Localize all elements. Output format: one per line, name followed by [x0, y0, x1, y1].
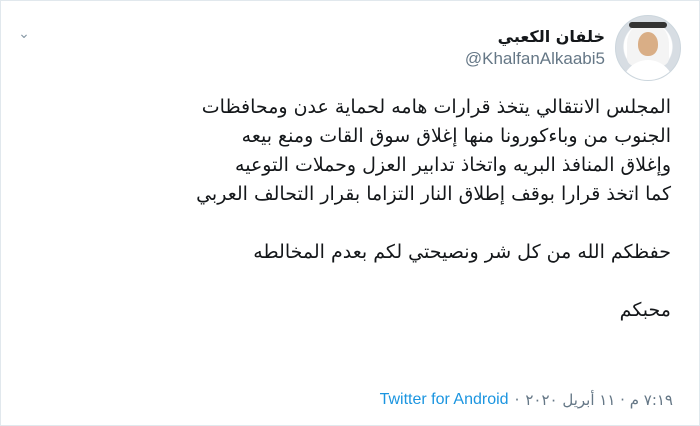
- author-block: خلفان الكعبي @KhalfanAlkaabi5: [465, 26, 605, 70]
- tweet-header: خلفان الكعبي @KhalfanAlkaabi5: [465, 15, 681, 81]
- tweet-line: وإغلاق المنافذ البريه واتخاذ تدابير العز…: [235, 154, 671, 176]
- tweet-timestamp[interactable]: ٧:١٩ م · ١١ أبريل ٢٠٢٠: [525, 391, 673, 409]
- tweet-line: كما اتخذ قرارا بوقف إطلاق النار التزاما …: [196, 183, 671, 205]
- tweet-line: الجنوب من وباءكورونا منها إغلاق سوق القا…: [241, 125, 671, 147]
- chevron-down-icon[interactable]: ⌄: [17, 27, 31, 41]
- tweet-meta: ٧:١٩ م · ١١ أبريل ٢٠٢٠ · Twitter for And…: [380, 391, 673, 409]
- tweet-line: محبكم: [619, 299, 671, 321]
- meta-separator: ·: [514, 391, 520, 409]
- avatar[interactable]: [615, 15, 681, 81]
- author-handle[interactable]: @KhalfanAlkaabi5: [465, 48, 605, 70]
- tweet-line: المجلس الانتقالي يتخذ قرارات هامه لحماية…: [201, 96, 671, 118]
- tweet-line: حفظكم الله من كل شر ونصيحتي لكم بعدم الم…: [253, 241, 671, 263]
- tweet-card: ⌄ خلفان الكعبي @KhalfanAlkaabi5 المجلس ا…: [0, 0, 700, 426]
- author-display-name[interactable]: خلفان الكعبي: [465, 26, 605, 48]
- tweet-text: المجلس الانتقالي يتخذ قرارات هامه لحماية…: [31, 93, 671, 325]
- tweet-source-link[interactable]: Twitter for Android: [380, 391, 509, 409]
